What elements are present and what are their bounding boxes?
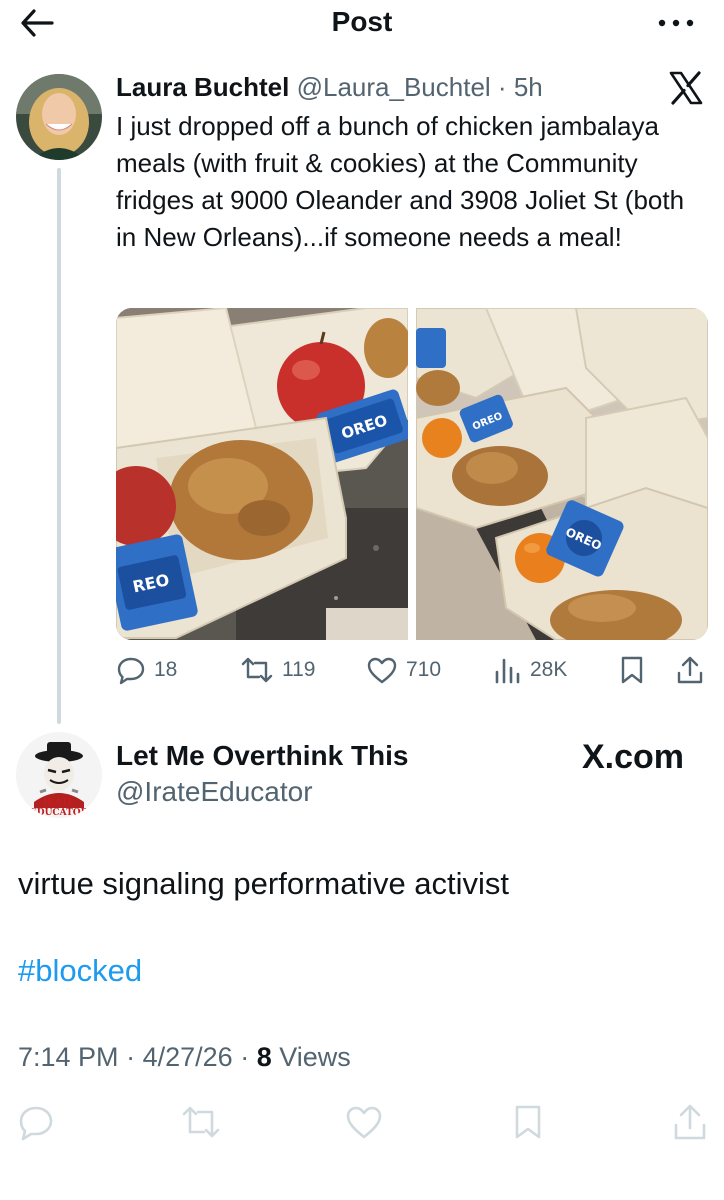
bottom-repost-button[interactable] <box>180 1102 220 1142</box>
repost-button[interactable]: 119 <box>240 650 315 690</box>
share-icon <box>677 656 703 684</box>
analytics-icon <box>495 658 520 684</box>
heart-icon <box>346 1106 382 1139</box>
hashtag-link[interactable]: #blocked <box>18 953 142 989</box>
bottom-bookmark-button[interactable] <box>508 1102 548 1142</box>
repost-icon <box>182 1106 220 1138</box>
post-photo-2[interactable]: OREO OREO <box>416 308 708 640</box>
header-separator: · <box>497 72 507 102</box>
meta-separator: · <box>126 1042 136 1072</box>
quoted-author-name[interactable]: Laura Buchtel <box>116 72 289 102</box>
quoted-post-age: 5h <box>513 72 543 102</box>
post-text: virtue signaling performative activist <box>18 866 510 901</box>
more-button[interactable] <box>656 10 696 36</box>
post-action-bar <box>0 1098 724 1148</box>
author-avatar[interactable]: IRATE EDUCATOR <box>16 732 102 818</box>
share-button[interactable] <box>676 650 704 690</box>
quoted-post-text: I just dropped off a bunch of chicken ja… <box>116 111 685 252</box>
views-button[interactable]: 28K <box>494 650 567 690</box>
bottom-like-button[interactable] <box>344 1102 384 1142</box>
author-name[interactable]: Let Me Overthink This <box>116 740 409 772</box>
post-views-label: Views <box>279 1042 351 1072</box>
repost-icon <box>241 657 273 683</box>
reply-button[interactable]: 18 <box>116 650 177 690</box>
bookmark-icon <box>515 1105 541 1139</box>
like-count: 710 <box>406 658 442 681</box>
reply-icon <box>117 657 145 685</box>
post-photo-1[interactable]: OREO REO <box>116 308 408 640</box>
views-count: 28K <box>530 658 568 681</box>
watermark: X.com <box>582 738 685 776</box>
quoted-post-header: Laura Buchtel @Laura_Buchtel · 5h <box>116 72 543 103</box>
repost-count: 119 <box>282 658 316 681</box>
meta-separator-2: · <box>240 1042 250 1072</box>
more-horizontal-icon <box>658 19 694 27</box>
quoted-post-actions: 18 119 710 28K <box>116 650 712 690</box>
bottom-reply-button[interactable] <box>16 1102 56 1142</box>
heart-icon <box>367 657 397 684</box>
svg-text:EDUCATOR: EDUCATOR <box>30 808 89 818</box>
post-meta: 7:14 PM · 4/27/26 · 8 Views <box>18 1042 351 1073</box>
page-title: Post <box>331 6 393 37</box>
top-bar: Post <box>0 0 724 46</box>
post-views-count: 8 <box>256 1042 272 1072</box>
bookmark-button[interactable] <box>620 650 644 690</box>
svg-text:IRATE: IRATE <box>43 798 75 808</box>
like-button[interactable]: 710 <box>366 650 441 690</box>
post-time[interactable]: 7:14 PM <box>18 1042 119 1072</box>
bottom-share-button[interactable] <box>670 1102 710 1142</box>
share-icon <box>674 1104 706 1140</box>
reply-count: 18 <box>154 658 178 681</box>
bookmark-icon <box>621 656 643 684</box>
thread-connector <box>57 168 61 724</box>
quoted-author-avatar[interactable] <box>16 74 102 160</box>
author-handle[interactable]: @IrateEducator <box>116 776 313 808</box>
post-date[interactable]: 4/27/26 <box>143 1042 233 1072</box>
quoted-author-handle[interactable]: @Laura_Buchtel <box>297 72 491 102</box>
x-logo-icon <box>668 70 704 106</box>
reply-icon <box>19 1106 53 1141</box>
